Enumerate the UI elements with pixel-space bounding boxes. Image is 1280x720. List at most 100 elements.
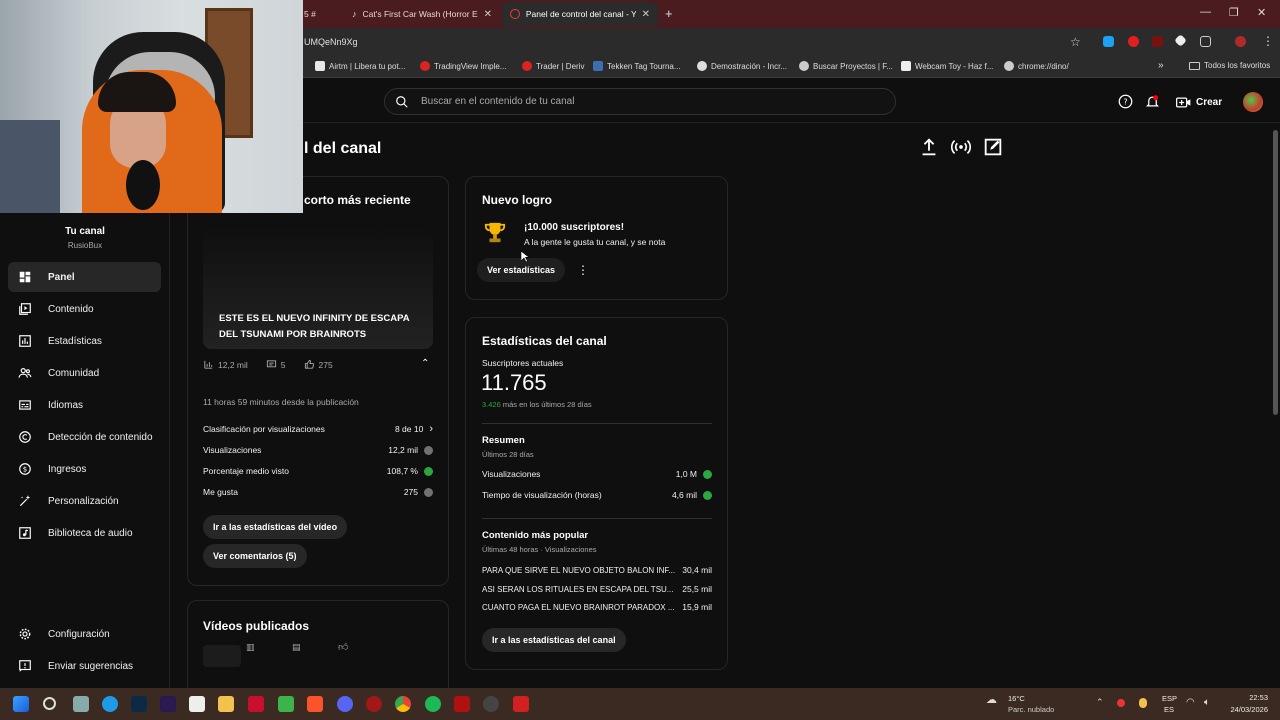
sidebar-item-community[interactable]: Comunidad <box>8 358 161 388</box>
app-icon[interactable] <box>248 696 264 712</box>
channel-analytics-button[interactable]: Ir a las estadísticas del canal <box>482 628 626 652</box>
chrome-icon[interactable] <box>395 696 411 712</box>
sidebar-item-content[interactable]: Contenido <box>8 294 161 324</box>
channel-name[interactable]: Tu canal <box>0 226 170 237</box>
sidebar-item-languages[interactable]: Idiomas <box>8 390 161 420</box>
bookmark-item[interactable]: TradingView Imple... <box>420 61 506 71</box>
browser-tab[interactable]: ♪ Cat's First Car Wash (Horror Ed ✕ <box>344 2 500 26</box>
store-icon[interactable] <box>189 696 205 712</box>
chevron-up-icon[interactable]: ⌃ <box>421 358 429 369</box>
sidebar-item-content-id[interactable]: Detección de contenido <box>8 422 161 452</box>
voicemeeter-icon[interactable] <box>454 696 470 712</box>
webcam-overlay <box>0 0 303 213</box>
popular-row[interactable]: PARA QUE SIRVE EL NUEVO OBJETO BALON INF… <box>482 565 712 575</box>
upload-icon[interactable] <box>918 136 940 158</box>
create-post-icon[interactable] <box>982 136 1004 158</box>
delta-value: 3.426 <box>482 400 501 409</box>
menu-dots-icon[interactable]: ⋮ <box>1262 34 1274 48</box>
add-video-icon <box>1176 97 1191 107</box>
short-video-title[interactable]: ESTE ES EL NUEVO INFINITY DE ESCAPA DEL … <box>219 311 419 343</box>
puzzle-icon[interactable] <box>1200 36 1211 47</box>
popular-row[interactable]: CUANTO PAGA EL NUEVO BRAINROT PARADOX ..… <box>482 602 712 612</box>
scrollbar-thumb[interactable] <box>1273 130 1278 415</box>
keyboard-layout[interactable]: ES <box>1164 705 1174 714</box>
app-icon[interactable] <box>366 696 382 712</box>
stat-row[interactable]: Clasificación por visualizaciones 8 de 1… <box>203 423 433 435</box>
search-box[interactable]: Buscar en el contenido de tu canal <box>384 88 896 115</box>
clock-date[interactable]: 24/03/2026 <box>1222 705 1268 714</box>
close-tab-icon[interactable]: ✕ <box>484 9 492 20</box>
more-options-icon[interactable]: ⋮ <box>577 263 589 277</box>
chevron-up-icon[interactable]: ⌃ <box>1096 697 1104 708</box>
volume-icon[interactable]: 🔈︎ <box>1204 697 1210 708</box>
video-thumbnail[interactable] <box>203 645 241 667</box>
weather-temp[interactable]: 16°C <box>1008 694 1025 703</box>
search-input[interactable]: Buscar en el contenido de tu canal <box>421 96 574 107</box>
discord-icon[interactable] <box>337 696 353 712</box>
edge-icon[interactable] <box>102 696 118 712</box>
create-button[interactable]: Crear <box>1176 92 1222 112</box>
delta-text: más en los últimos 28 días <box>500 400 592 409</box>
clock-time[interactable]: 22:53 <box>1228 693 1268 702</box>
sidebar-item-feedback[interactable]: Enviar sugerencias <box>8 651 161 681</box>
brave-icon[interactable] <box>307 696 323 712</box>
search-icon[interactable] <box>43 697 56 710</box>
card-title: Nuevo logro <box>482 193 553 207</box>
stat-label: Clasificación por visualizaciones <box>203 424 325 434</box>
sidebar-item-settings[interactable]: Configuración <box>8 619 161 649</box>
sidebar-item-panel[interactable]: Panel <box>8 262 161 292</box>
bookmark-item[interactable]: Trader | Deriv <box>522 61 584 71</box>
spotify-icon[interactable] <box>425 696 441 712</box>
premiere-icon[interactable] <box>160 696 176 712</box>
sidebar-item-analytics[interactable]: Estadísticas <box>8 326 161 356</box>
windows-start-icon[interactable] <box>13 696 29 712</box>
task-view-icon[interactable] <box>73 696 89 712</box>
bookmark-item[interactable]: Demostración - Incr... <box>697 61 787 71</box>
extension-icon[interactable] <box>1103 36 1114 47</box>
mouse-cursor-icon <box>521 251 529 263</box>
sidebar-item-earn[interactable]: $ Ingresos <box>8 454 161 484</box>
language-indicator[interactable]: ESP <box>1162 694 1177 703</box>
photoshop-icon[interactable] <box>131 696 147 712</box>
wifi-icon[interactable]: ◠ <box>1186 697 1195 708</box>
bookmark-item[interactable]: Webcam Toy - Haz f... <box>901 61 993 71</box>
browser-tab-active[interactable]: Panel de control del canal - You ✕ <box>502 2 658 26</box>
bookmark-item[interactable]: Tekken Tag Tourna... <box>593 61 681 71</box>
close-tab-icon[interactable]: ✕ <box>642 9 650 20</box>
extension-icon[interactable] <box>1128 36 1139 47</box>
minecraft-icon[interactable] <box>278 696 294 712</box>
close-window-icon[interactable]: ✕ <box>1257 6 1266 19</box>
minimize-icon[interactable]: — <box>1200 6 1211 18</box>
tray-icon[interactable] <box>1139 698 1147 708</box>
summary-value: 1,0 M <box>675 469 697 479</box>
live-icon[interactable] <box>950 136 972 158</box>
view-comments-button[interactable]: Ver comentarios (5) <box>203 544 307 568</box>
weather-desc[interactable]: Parc. nublado <box>1008 705 1054 714</box>
popular-row[interactable]: ASI SERAN LOS RITUALES EN ESCAPA DEL TSU… <box>482 584 712 594</box>
obs-icon[interactable] <box>483 696 499 712</box>
app-icon[interactable] <box>513 696 529 712</box>
extension-icon[interactable] <box>1152 36 1163 47</box>
file-explorer-icon[interactable] <box>218 696 234 712</box>
search-icon <box>396 95 408 108</box>
bookmark-icon <box>901 61 911 71</box>
profile-icon[interactable] <box>1235 36 1246 47</box>
account-avatar[interactable] <box>1243 92 1263 112</box>
bookmark-item[interactable]: chrome://dino/ <box>1004 61 1069 71</box>
tray-icon[interactable] <box>1117 699 1125 707</box>
all-bookmarks[interactable]: Todos los favoritos <box>1189 61 1270 70</box>
chevron-right-icon[interactable]: » <box>1158 60 1164 71</box>
bookmark-label: Demostración - Incr... <box>711 61 788 71</box>
bookmark-item[interactable]: Airtm | Libera tu pot... <box>315 61 405 71</box>
bookmark-item[interactable]: Buscar Proyectos | F... <box>799 61 893 71</box>
sidebar-item-customization[interactable]: Personalización <box>8 486 161 516</box>
help-icon[interactable]: ? <box>1118 94 1133 109</box>
video-analytics-button[interactable]: Ir a las estadísticas del vídeo <box>203 515 348 539</box>
notifications-icon[interactable] <box>1145 94 1160 109</box>
sidebar-item-audio-library[interactable]: Biblioteca de audio <box>8 518 161 548</box>
url-text[interactable]: UMQeNn9Xg <box>304 37 358 47</box>
star-icon[interactable]: ☆ <box>1070 35 1081 49</box>
popular-period: Últimas 48 horas · Visualizaciones <box>482 545 597 554</box>
new-tab-button[interactable]: + <box>665 6 673 21</box>
restore-icon[interactable]: ❐ <box>1229 6 1239 19</box>
